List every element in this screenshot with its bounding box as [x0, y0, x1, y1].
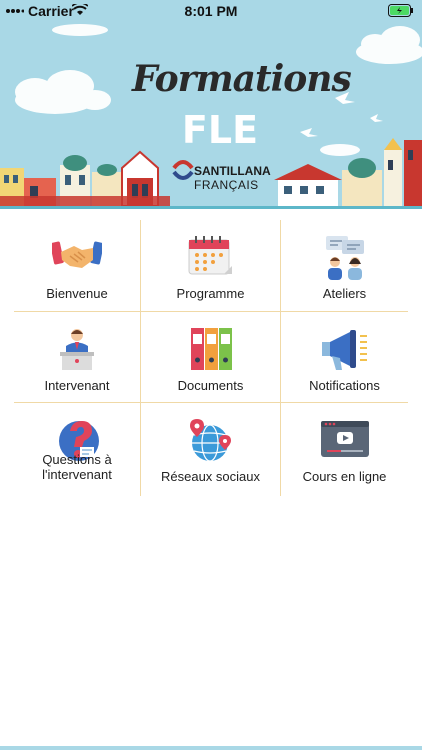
- speaker-podium-icon: [60, 329, 94, 370]
- menu-label: Programme: [176, 286, 245, 301]
- santillana-logo-icon: [172, 160, 194, 180]
- header-banner: Carrier 8:01 PM Formations FLE SANTILLAN…: [0, 0, 422, 208]
- menu-item-ateliers[interactable]: Ateliers: [281, 220, 408, 312]
- globe-network-icon: [189, 419, 231, 462]
- status-bar: Carrier 8:01 PM: [0, 0, 422, 22]
- banner-title: Formations: [132, 58, 352, 100]
- menu-label: Cours en ligne: [302, 469, 387, 484]
- calendar-icon: [188, 236, 232, 275]
- megaphone-icon: [321, 330, 367, 370]
- brand-name: SANTILLANA: [194, 164, 271, 178]
- menu-grid: Bienvenue Programme Ateliers Intervenant…: [14, 220, 408, 496]
- banner-subtitle: FLE: [181, 108, 259, 152]
- menu-label: Intervenant: [44, 378, 110, 393]
- menu-item-programme[interactable]: Programme: [141, 220, 280, 312]
- menu-item-notifications[interactable]: Notifications: [281, 312, 408, 404]
- menu-label: Réseaux sociaux: [161, 469, 260, 484]
- menu-item-documents[interactable]: Documents: [141, 312, 280, 404]
- handshake-icon: [52, 241, 102, 268]
- binders-icon: [190, 328, 232, 370]
- status-time: 8:01 PM: [184, 3, 238, 19]
- menu-item-cours-en-ligne[interactable]: Cours en ligne: [281, 403, 408, 495]
- menu-item-questions[interactable]: Questions à l'intervenant: [14, 403, 140, 495]
- people-chat-icon: [325, 236, 364, 280]
- menu-item-intervenant[interactable]: Intervenant: [14, 312, 140, 404]
- battery-icon: [388, 4, 413, 17]
- menu-item-reseaux-sociaux[interactable]: Réseaux sociaux: [141, 403, 280, 495]
- menu-label: Ateliers: [322, 286, 367, 301]
- video-player-icon: [320, 421, 369, 457]
- banner-divider: [0, 206, 422, 209]
- menu-label: Notifications: [309, 378, 380, 393]
- menu-label: Questions à l'intervenant: [42, 452, 112, 482]
- menu-label: Bienvenue: [46, 286, 108, 301]
- bottom-bar: [0, 746, 422, 750]
- menu-label: Documents: [177, 378, 244, 393]
- brand-subtitle: FRANÇAIS: [194, 178, 259, 192]
- menu-item-bienvenue[interactable]: Bienvenue: [14, 220, 140, 312]
